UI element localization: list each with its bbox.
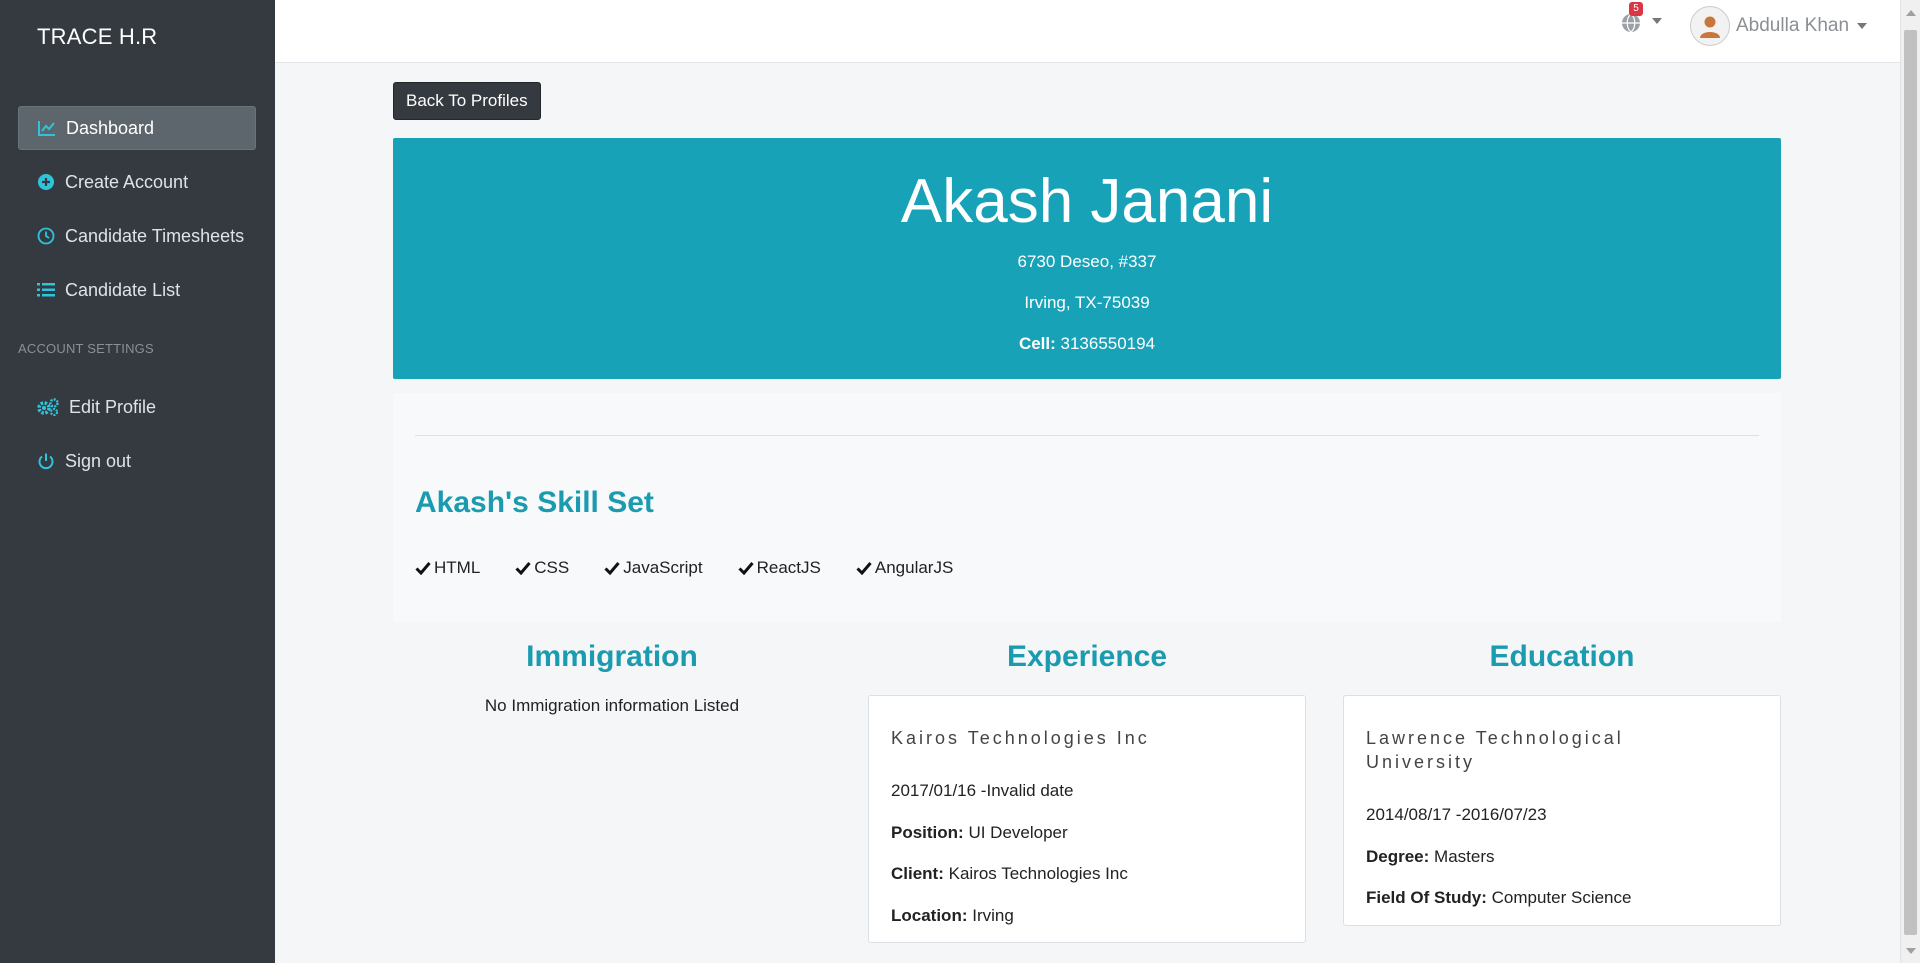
check-icon	[738, 561, 754, 575]
list-icon	[35, 281, 57, 299]
cell-label: Cell:	[1018, 334, 1056, 353]
degree-label: Degree:	[1366, 847, 1430, 866]
experience-company: Kairos Technologies Inc	[891, 728, 1150, 748]
immigration-empty-text: No Immigration information Listed	[484, 696, 740, 715]
location-label: Location:	[891, 906, 968, 925]
experience-client: Client: Kairos Technologies Inc	[891, 864, 1128, 884]
brand-logo[interactable]: TRACE H.R	[37, 24, 157, 50]
sidebar-item-create-account[interactable]: Create Account	[18, 160, 256, 204]
education-degree: Degree: Masters	[1366, 847, 1495, 867]
plus-circle-icon	[35, 173, 57, 191]
field-label: Field Of Study:	[1366, 888, 1487, 907]
experience-position: Position: UI Developer	[891, 823, 1068, 843]
settings-nav: Edit Profile Sign out	[18, 385, 256, 493]
position-value: UI Developer	[963, 823, 1068, 842]
address-line-2: Irving, TX-75039	[1024, 293, 1150, 312]
divider	[415, 435, 1759, 436]
check-icon	[856, 561, 872, 575]
education-dates: 2014/08/17 -2016/07/23	[1366, 805, 1547, 824]
education-school-line-1: Lawrence Technological	[1366, 728, 1624, 748]
experience-title: Experience	[1006, 640, 1168, 673]
sidebar-item-sign-out[interactable]: Sign out	[18, 439, 256, 483]
globe-icon	[1620, 12, 1642, 39]
sidebar-item-label: Create Account	[65, 171, 189, 192]
skill-item: HTML	[415, 558, 480, 578]
chevron-down-icon	[1652, 18, 1662, 24]
clock-icon	[35, 227, 57, 245]
user-name: Abdulla Khan	[1736, 15, 1850, 36]
skill-label: AngularJS	[874, 558, 954, 577]
sidebar-item-label: Edit Profile	[69, 396, 157, 417]
sidebar-item-label: Dashboard	[66, 117, 155, 138]
chart-line-icon	[36, 119, 58, 137]
sidebar-item-edit-profile[interactable]: Edit Profile	[18, 385, 256, 429]
avatar	[1690, 6, 1730, 46]
skill-item: CSS	[515, 558, 569, 578]
check-icon	[604, 561, 620, 575]
back-to-profiles-button[interactable]: Back To Profiles	[393, 82, 541, 120]
scroll-thumb[interactable]	[1904, 30, 1917, 935]
sidebar: TRACE H.R Dashboard Create Account Candi…	[0, 0, 275, 963]
education-school-line-2: University	[1366, 752, 1476, 772]
skills-list: HTML CSS JavaScript ReactJS AngularJS	[415, 558, 988, 578]
gears-icon	[35, 398, 61, 416]
experience-dates: 2017/01/16 -Invalid date	[891, 781, 1074, 800]
skill-item: JavaScript	[604, 558, 703, 578]
address-line-1: 6730 Deseo, #337	[1017, 252, 1157, 271]
power-icon	[35, 452, 57, 470]
sidebar-item-label: Candidate List	[65, 279, 181, 300]
experience-card: Kairos Technologies Inc 2017/01/16 -Inva…	[868, 695, 1306, 943]
experience-location: Location: Irving	[891, 906, 1014, 926]
skills-card: Akash's Skill Set HTML CSS JavaScript Re…	[393, 393, 1781, 622]
education-card: Lawrence Technological University 2014/0…	[1343, 695, 1781, 926]
cell-line: Cell: 3136550194	[393, 334, 1781, 354]
profile-header: Akash Janani 6730 Deseo, #337 Irving, TX…	[393, 138, 1781, 379]
account-settings-heading: ACCOUNT SETTINGS	[18, 341, 154, 356]
sidebar-nav: Dashboard Create Account Candidate Times…	[18, 106, 256, 322]
user-menu[interactable]: Abdulla Khan	[1690, 6, 1868, 46]
location-value: Irving	[967, 906, 1014, 925]
cell-value: 3136550194	[1055, 334, 1156, 353]
skill-label: CSS	[534, 558, 570, 577]
field-value: Computer Science	[1486, 888, 1632, 907]
sidebar-item-candidate-timesheets[interactable]: Candidate Timesheets	[18, 214, 256, 258]
education-field: Field Of Study: Computer Science	[1366, 888, 1631, 908]
sidebar-item-candidate-list[interactable]: Candidate List	[18, 268, 256, 312]
sidebar-item-label: Candidate Timesheets	[65, 225, 245, 246]
education-title: Education	[1489, 640, 1635, 673]
position-label: Position:	[891, 823, 964, 842]
check-icon	[515, 561, 531, 575]
notification-badge: 5	[1629, 2, 1643, 16]
scroll-up-icon[interactable]	[1906, 10, 1916, 16]
sidebar-item-label: Sign out	[65, 450, 132, 471]
skill-label: ReactJS	[756, 558, 821, 577]
scroll-down-icon[interactable]	[1906, 948, 1916, 954]
degree-value: Masters	[1429, 847, 1495, 866]
skill-item: ReactJS	[738, 558, 821, 578]
page-scrollbar[interactable]	[1900, 0, 1920, 963]
chevron-down-icon	[1857, 23, 1868, 29]
client-value: Kairos Technologies Inc	[943, 864, 1128, 883]
profile-name: Akash Janani	[900, 167, 1274, 236]
skill-item: AngularJS	[856, 558, 953, 578]
sidebar-item-dashboard[interactable]: Dashboard	[18, 106, 256, 150]
skill-label: HTML	[434, 558, 481, 577]
check-icon	[415, 561, 431, 575]
skills-title: Akash's Skill Set	[415, 486, 654, 519]
immigration-title: Immigration	[526, 640, 698, 673]
skill-label: JavaScript	[623, 558, 703, 577]
client-label: Client:	[891, 864, 944, 883]
